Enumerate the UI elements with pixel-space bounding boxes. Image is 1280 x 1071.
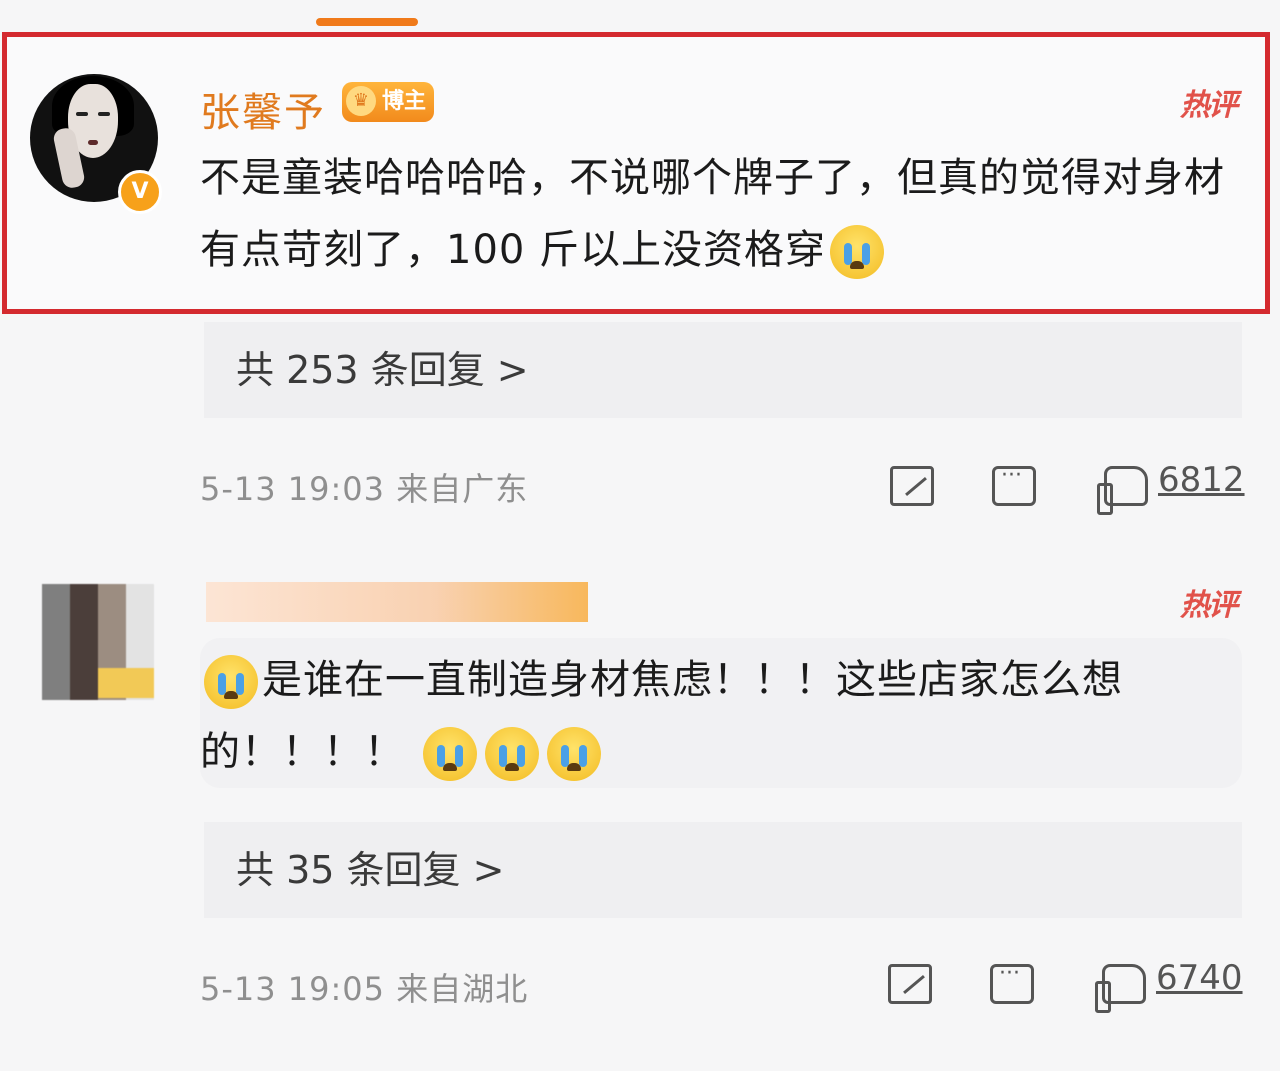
host-badge-label: 博主	[381, 89, 426, 114]
crying-emoji-icon	[204, 655, 258, 709]
crown-icon: ♛	[346, 86, 376, 116]
crying-emoji-icon	[546, 727, 601, 781]
comment-meta: 5-13 19:03 来自广东	[200, 464, 528, 510]
like-icon[interactable]	[1095, 964, 1146, 1013]
like-count[interactable]: 6812	[1158, 460, 1245, 500]
hot-comment-tag: 热评	[1180, 588, 1238, 623]
replies-link[interactable]: 共 253 条回复 >	[204, 322, 1242, 418]
comment-icon[interactable]	[990, 961, 1034, 1004]
comment-icon[interactable]	[992, 463, 1036, 506]
crying-emoji-icon	[484, 727, 539, 781]
verified-icon: V	[118, 170, 162, 214]
share-icon[interactable]	[890, 466, 934, 506]
comment-text: 不是童装哈哈哈哈，不说哪个牌子了，但真的觉得对身材有点苛刻了，100 斤以上没资…	[200, 142, 1240, 286]
username-blurred[interactable]	[206, 582, 588, 622]
crying-emoji-icon	[422, 727, 477, 781]
active-tab-indicator	[316, 18, 418, 26]
replies-link[interactable]: 共 35 条回复 >	[204, 822, 1242, 918]
comment-location: 来自广东	[396, 470, 529, 508]
crying-emoji-icon	[830, 225, 885, 279]
comment-text: 是谁在一直制造身材焦虑！！！这些店家怎么想的！！！！	[200, 644, 1240, 788]
hot-comment-tag: 热评	[1180, 88, 1238, 123]
like-icon[interactable]	[1097, 466, 1148, 515]
comment-meta: 5-13 19:05 来自湖北	[200, 964, 528, 1010]
share-icon[interactable]	[888, 964, 932, 1004]
comment-time: 5-13 19:05	[200, 970, 386, 1008]
host-badge: ♛ 博主	[342, 82, 434, 122]
comment-time: 5-13 19:03	[200, 470, 386, 508]
avatar[interactable]	[42, 584, 154, 700]
comment-text-body: 不是童装哈哈哈哈，不说哪个牌子了，但真的觉得对身材有点苛刻了，100 斤以上没资…	[200, 155, 1225, 273]
comment-text-body: 是谁在一直制造身材焦虑！！！这些店家怎么想的！！！！	[200, 657, 1123, 775]
username[interactable]: 张馨予	[200, 80, 326, 138]
like-count[interactable]: 6740	[1156, 958, 1243, 998]
comment-location: 来自湖北	[396, 970, 529, 1008]
